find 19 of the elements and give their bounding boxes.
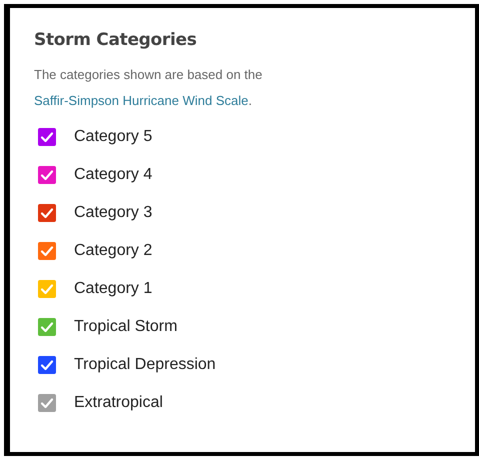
description-text: The categories shown are based on the Saffir-Simpson Hurricane Wind Scale. xyxy=(34,66,264,110)
category-checkbox[interactable] xyxy=(38,166,56,184)
scale-link[interactable]: Saffir-Simpson Hurricane Wind Scale xyxy=(34,93,248,108)
category-checkbox[interactable] xyxy=(38,280,56,298)
category-checkbox[interactable] xyxy=(38,128,56,146)
category-checkbox[interactable] xyxy=(38,394,56,412)
category-label: Category 1 xyxy=(74,280,152,298)
category-label: Category 3 xyxy=(74,204,152,222)
category-checkbox[interactable] xyxy=(38,242,56,260)
category-label: Category 4 xyxy=(74,166,152,184)
category-label: Category 5 xyxy=(74,128,152,146)
panel-title: Storm Categories xyxy=(34,30,198,50)
category-label: Tropical Depression xyxy=(74,356,216,374)
category-checkbox[interactable] xyxy=(38,318,56,336)
category-checkbox[interactable] xyxy=(38,204,56,222)
category-label: Tropical Storm xyxy=(74,318,178,336)
category-label: Extratropical xyxy=(74,394,163,412)
category-label: Category 2 xyxy=(74,242,152,260)
category-checkbox[interactable] xyxy=(38,356,56,374)
